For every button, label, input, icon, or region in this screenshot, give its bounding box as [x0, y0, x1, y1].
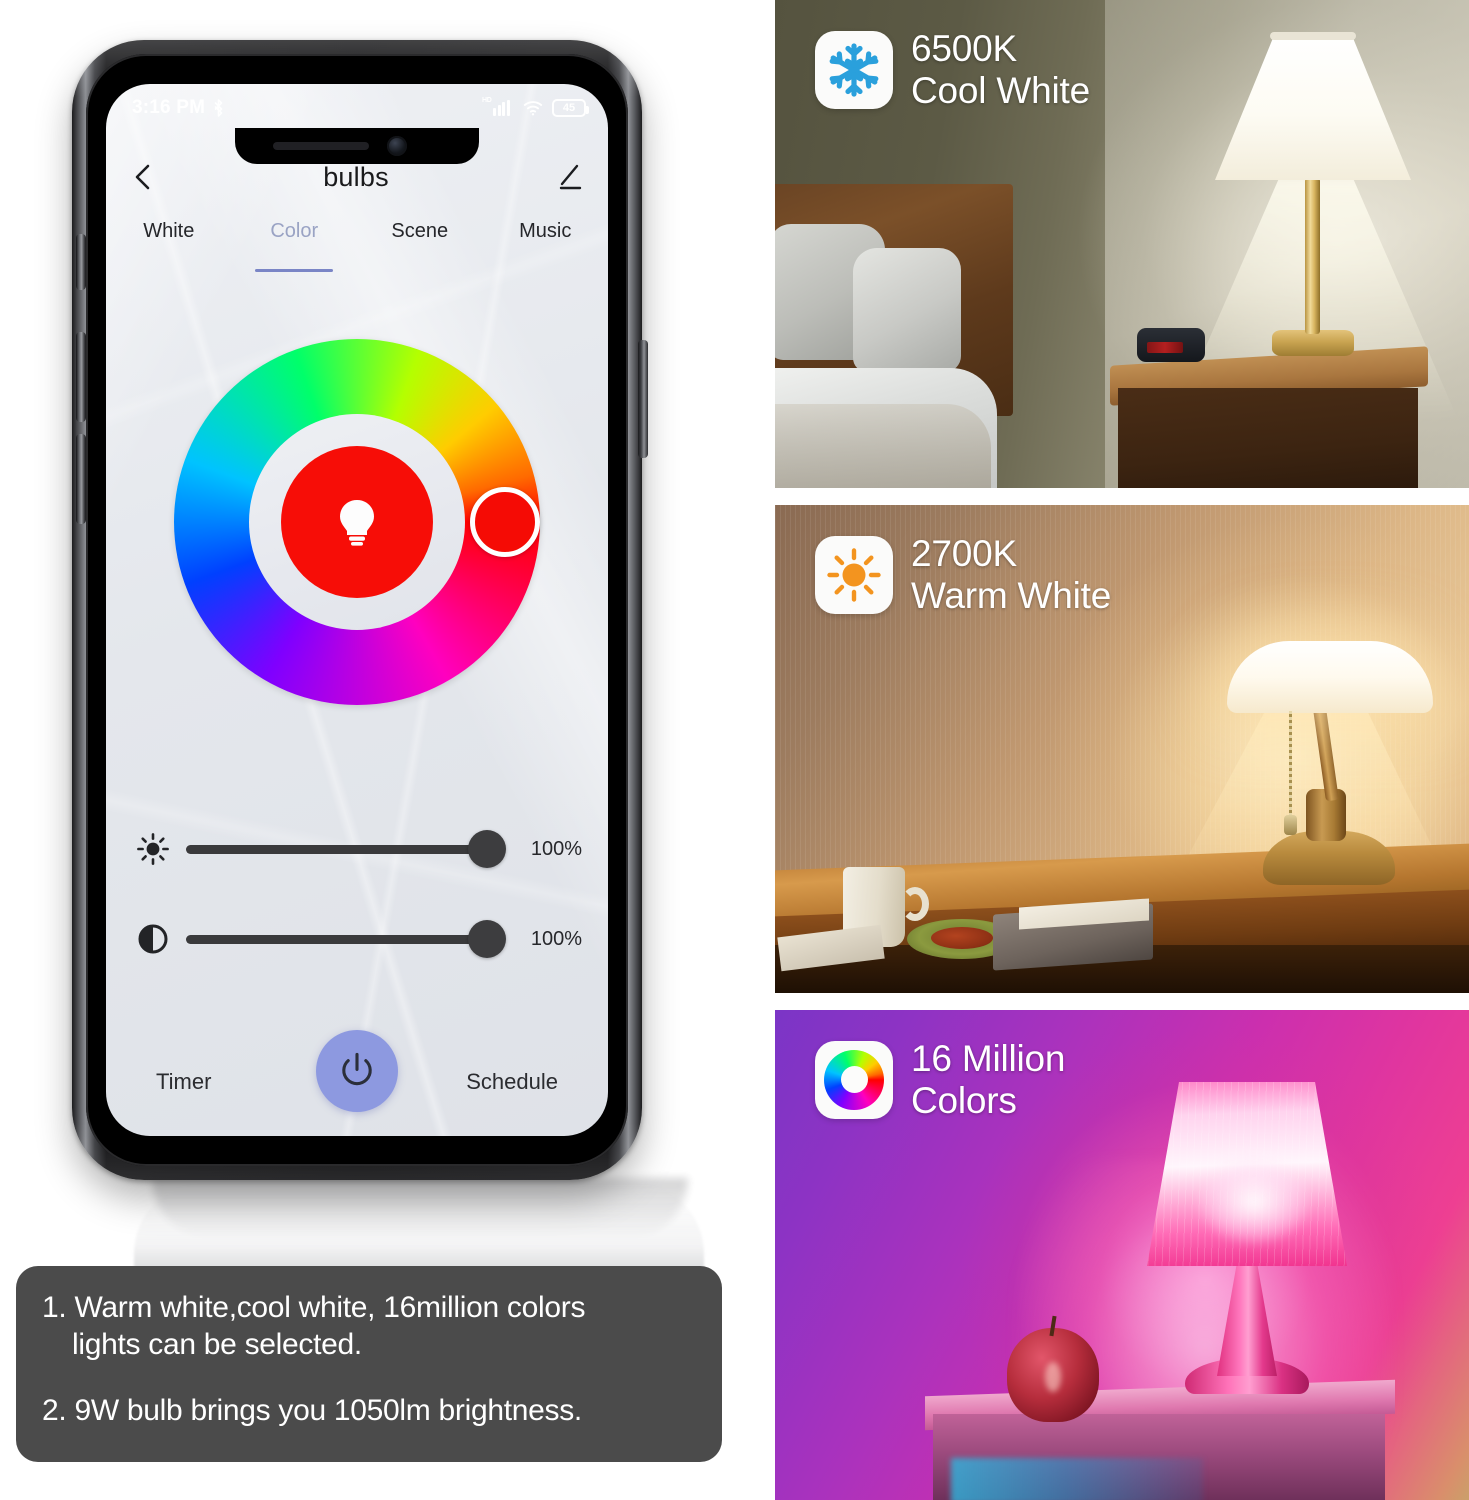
- badge-million-colors: 16 Million Colors: [815, 1038, 1065, 1122]
- bluetooth-icon: [214, 99, 223, 117]
- tab-scene-label: Scene: [391, 220, 449, 242]
- apple-highlight: [1045, 1362, 1061, 1392]
- feature-caption-box: 1. Warm white,cool white, 16million colo…: [16, 1266, 722, 1462]
- hd-network-label: HD: [482, 97, 492, 104]
- table-blue-glow: [951, 1458, 1203, 1500]
- wifi-icon: [523, 101, 543, 116]
- caption-line-1: 1. Warm white,cool white, 16million colo…: [42, 1290, 696, 1363]
- mode-tabs: White Color Scene Music: [106, 216, 608, 272]
- brightness-icon: [137, 833, 169, 865]
- cellular-signal-icon: HD: [482, 97, 514, 116]
- color-wheel[interactable]: [174, 339, 540, 705]
- phone-panel: 3:16 PM HD 45 bulbs White Color Scene Mu…: [0, 0, 760, 1500]
- badge-million-colors-line2: Colors: [911, 1079, 1017, 1121]
- battery-percent: 45: [562, 101, 576, 114]
- phone-volume-down-button[interactable]: [76, 434, 86, 524]
- lamp-shade-top-ring: [1270, 32, 1356, 40]
- light-bulb-icon: [340, 500, 374, 546]
- caption-line-1-part-1: 1. Warm white,cool white, 16million colo…: [42, 1291, 586, 1324]
- banker-lamp-shade: [1227, 641, 1433, 713]
- coffee-mug-handle: [901, 887, 929, 921]
- earpiece-speaker-icon: [273, 142, 369, 150]
- snowflake-icon: [829, 43, 879, 97]
- pillow-front: [853, 248, 961, 372]
- alarm-clock-display: [1147, 342, 1183, 353]
- status-bar-right: HD 45: [482, 97, 589, 117]
- badge-cool-white: 6500K Cool White: [815, 28, 1090, 112]
- badge-warm-white-line2: Warm White: [911, 574, 1112, 616]
- color-picker-area: [106, 339, 608, 759]
- pencil-edit-icon[interactable]: [556, 163, 584, 191]
- tab-music-label: Music: [519, 220, 572, 242]
- lamp-stem: [1305, 178, 1320, 334]
- snowflake-icon-tile: [815, 30, 893, 109]
- phone-power-side-button[interactable]: [638, 340, 648, 458]
- contrast-value: 100%: [530, 927, 582, 950]
- badge-warm-white-text: 2700K Warm White: [911, 533, 1111, 617]
- page-title: bulbs: [323, 161, 389, 192]
- tab-color[interactable]: Color: [232, 216, 358, 272]
- photo-cards-panel: 6500K Cool White 2700K Warm White 16 Mil…: [775, 0, 1469, 1500]
- tab-color-label: Color: [270, 220, 319, 242]
- schedule-button[interactable]: Schedule: [466, 1069, 558, 1095]
- brightness-slider-knob[interactable]: [468, 830, 506, 868]
- chevron-left-icon[interactable]: [130, 162, 156, 192]
- tab-music[interactable]: Music: [483, 216, 609, 272]
- badge-cool-white-text: 6500K Cool White: [911, 28, 1090, 112]
- sun-icon: [827, 548, 881, 602]
- sun-icon-tile: [815, 535, 893, 614]
- color-wheel-icon-tile: [815, 1040, 893, 1119]
- caption-line-2: 2. 9W bulb brings you 1050lm brightness.: [42, 1394, 582, 1428]
- color-wheel-icon: [824, 1049, 884, 1110]
- contrast-slider-knob[interactable]: [468, 920, 506, 958]
- brightness-slider-row: 100%: [106, 804, 608, 894]
- food-on-plate: [931, 927, 993, 949]
- lamp-hotspot: [1199, 1160, 1309, 1244]
- phone-reflection: [134, 1182, 704, 1278]
- badge-warm-white-line1: 2700K: [911, 533, 1017, 574]
- product-infographic: 3:16 PM HD 45 bulbs White Color Scene Mu…: [0, 0, 1469, 1500]
- color-wheel-handle[interactable]: [470, 487, 540, 557]
- smartphone-mockup: 3:16 PM HD 45 bulbs White Color Scene Mu…: [62, 40, 704, 1278]
- badge-cool-white-line2: Cool White: [911, 69, 1090, 111]
- bottom-action-bar: Timer Schedule: [106, 1028, 608, 1136]
- phone-notch: [235, 128, 479, 164]
- status-bar-left: 3:16 PM: [132, 97, 225, 119]
- front-camera-icon: [387, 136, 407, 156]
- selected-color-disc[interactable]: [281, 446, 433, 598]
- nightstand-body: [1118, 388, 1418, 488]
- badge-million-colors-line1: 16 Million: [911, 1038, 1066, 1079]
- caption-line-1-part-2: lights can be selected.: [72, 1327, 362, 1361]
- slider-group: 100% 100%: [106, 804, 608, 984]
- phone-button-left-1[interactable]: [76, 234, 86, 290]
- pull-chain-end: [1284, 815, 1297, 835]
- card-million-colors: 16 Million Colors: [775, 1010, 1469, 1500]
- contrast-icon: [138, 924, 168, 954]
- brightness-slider-track[interactable]: [186, 830, 506, 868]
- badge-warm-white: 2700K Warm White: [815, 533, 1111, 617]
- phone-screen: 3:16 PM HD 45 bulbs White Color Scene Mu…: [106, 84, 608, 1136]
- contrast-slider-track[interactable]: [186, 920, 506, 958]
- timer-button[interactable]: Timer: [156, 1069, 211, 1095]
- tab-white[interactable]: White: [106, 216, 232, 272]
- status-bar: 3:16 PM HD 45: [106, 84, 608, 132]
- contrast-slider-row: 100%: [106, 894, 608, 984]
- badge-million-colors-text: 16 Million Colors: [911, 1038, 1065, 1122]
- tab-scene[interactable]: Scene: [357, 216, 483, 272]
- phone-shadow: [152, 1178, 688, 1238]
- phone-volume-up-button[interactable]: [76, 332, 86, 422]
- brightness-value: 100%: [530, 837, 582, 860]
- battery-icon: 45: [552, 99, 589, 117]
- card-warm-white: 2700K Warm White: [775, 505, 1469, 993]
- status-bar-time: 3:16 PM: [132, 97, 206, 118]
- tab-white-label: White: [143, 220, 195, 242]
- bed-shadow: [775, 404, 991, 488]
- badge-cool-white-line1: 6500K: [911, 28, 1017, 69]
- card-cool-white: 6500K Cool White: [775, 0, 1469, 488]
- pull-chain: [1289, 711, 1292, 819]
